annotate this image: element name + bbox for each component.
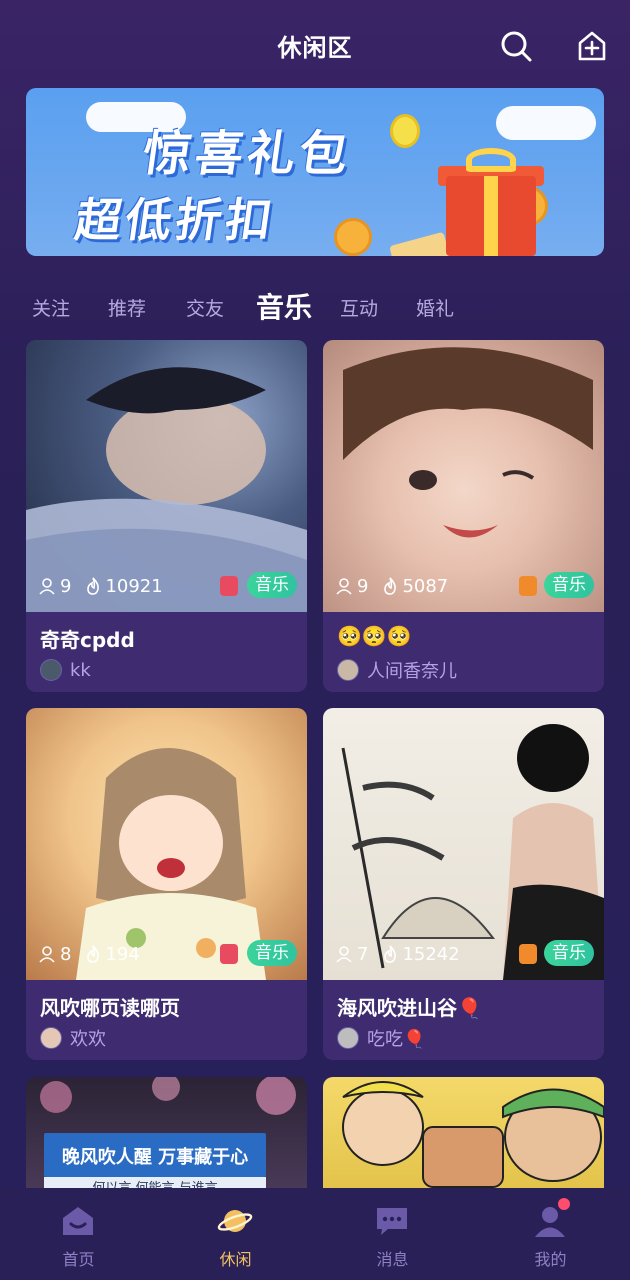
room-owner: 人间香奈儿 — [337, 658, 457, 682]
add-room-button[interactable] — [572, 26, 612, 66]
header: 休闲区 — [0, 0, 630, 90]
room-card[interactable]: 9 5087 音乐 🥺🥺🥺 人间香奈儿 — [323, 340, 604, 692]
room-level-badge — [519, 944, 537, 964]
category-tag: 音乐 — [544, 940, 594, 966]
owner-name: 吃吃🎈 — [367, 1029, 426, 1050]
tab-interactive[interactable]: 互动 — [340, 294, 378, 321]
owner-name: 欢欢 — [70, 1029, 106, 1050]
heat-icon — [384, 577, 397, 595]
cover-caption-box: 晚风吹人醒 万事藏于心 — [44, 1133, 266, 1177]
banner-headline: 惊喜礼包 — [139, 126, 356, 182]
room-level-badge — [220, 944, 238, 964]
tab-friends[interactable]: 交友 — [186, 294, 224, 321]
tab-follow[interactable]: 关注 — [32, 294, 70, 321]
heat-count: 194 — [105, 943, 140, 965]
nav-label: 休闲 — [219, 1250, 252, 1269]
user-count: 9 — [60, 575, 72, 597]
room-owner: kk — [40, 658, 91, 682]
heat-count: 15242 — [402, 943, 460, 965]
heat-icon — [87, 577, 100, 595]
cover-caption: 晚风吹人醒 万事藏于心 — [61, 1147, 249, 1168]
gift-box-icon — [446, 176, 536, 256]
room-card[interactable]: 9 10921 音乐 奇奇cpdd kk — [26, 340, 307, 692]
category-tabs: 关注 推荐 交友 音乐 互动 婚礼 — [0, 282, 630, 328]
owner-avatar — [40, 1027, 62, 1049]
nav-home[interactable]: 首页 — [0, 1188, 157, 1280]
room-title: 海风吹进山谷🎈 — [337, 996, 482, 1020]
user-count-icon — [336, 946, 352, 963]
owner-avatar — [337, 659, 359, 681]
search-icon — [501, 31, 532, 62]
room-stats: 9 10921 — [38, 574, 163, 598]
message-icon — [377, 1208, 407, 1235]
nav-profile[interactable]: 我的 — [472, 1188, 629, 1280]
room-stats: 8 194 — [38, 942, 140, 966]
coin-decoration — [334, 218, 372, 256]
nav-messages[interactable]: 消息 — [314, 1188, 471, 1280]
nav-label: 消息 — [376, 1250, 409, 1269]
owner-name: 人间香奈儿 — [367, 661, 457, 682]
planet-icon — [217, 1210, 253, 1232]
room-title: 🥺🥺🥺 — [337, 624, 412, 648]
room-level-badge — [220, 576, 238, 596]
owner-avatar — [337, 1027, 359, 1049]
gift-bow — [466, 148, 516, 172]
banner-subheadline: 超低折扣 — [71, 193, 280, 247]
heat-count: 10921 — [105, 575, 163, 597]
owner-avatar — [40, 659, 62, 681]
user-count: 9 — [357, 575, 369, 597]
promo-banner[interactable]: 惊喜礼包 超低折扣 — [26, 88, 604, 256]
bottom-nav: 首页 休闲 消息 我的 — [0, 1188, 630, 1280]
nav-label: 我的 — [534, 1250, 567, 1269]
tab-wedding[interactable]: 婚礼 — [416, 294, 454, 321]
room-stats: 7 15242 — [335, 942, 460, 966]
add-room-icon — [578, 31, 606, 61]
user-count-icon — [39, 578, 55, 595]
room-cover-image — [342, 1081, 604, 1188]
room-card[interactable]: 7 15242 音乐 海风吹进山谷🎈 吃吃🎈 — [323, 708, 604, 1060]
room-owner: 欢欢 — [40, 1026, 106, 1050]
user-count: 7 — [357, 943, 369, 965]
category-tag: 音乐 — [247, 572, 297, 598]
coin-decoration — [390, 114, 420, 148]
category-tag: 音乐 — [247, 940, 297, 966]
room-owner: 吃吃🎈 — [337, 1026, 425, 1050]
home-icon — [63, 1207, 93, 1235]
nav-label: 首页 — [62, 1250, 95, 1269]
room-stats: 9 5087 — [335, 574, 448, 598]
tab-recommend[interactable]: 推荐 — [108, 294, 146, 321]
category-tag: 音乐 — [544, 572, 594, 598]
tab-music[interactable]: 音乐 — [256, 286, 312, 326]
heat-icon — [87, 945, 100, 963]
user-count: 8 — [60, 943, 72, 965]
nav-leisure[interactable]: 休闲 — [157, 1188, 314, 1280]
room-card[interactable] — [323, 1077, 604, 1192]
room-title: 风吹哪页读哪页 — [40, 996, 180, 1020]
app-root: 休闲区 惊喜礼包 超低折扣 关注 推荐 交友 音乐 互动 婚礼 9 10921 … — [0, 0, 630, 1280]
heat-count: 5087 — [402, 575, 449, 597]
search-button[interactable] — [496, 26, 536, 66]
owner-name: kk — [70, 659, 91, 681]
heat-icon — [384, 945, 397, 963]
room-title: 奇奇cpdd — [40, 628, 135, 652]
cloud-decoration — [496, 106, 596, 140]
notification-dot — [558, 1198, 570, 1210]
room-card[interactable]: 晚风吹人醒 万事藏于心 何以言 何能言 与谁言 — [26, 1077, 307, 1192]
user-count-icon — [336, 578, 352, 595]
user-count-icon — [39, 946, 55, 963]
room-level-badge — [519, 576, 537, 596]
room-card[interactable]: 8 194 音乐 风吹哪页读哪页 欢欢 — [26, 708, 307, 1060]
